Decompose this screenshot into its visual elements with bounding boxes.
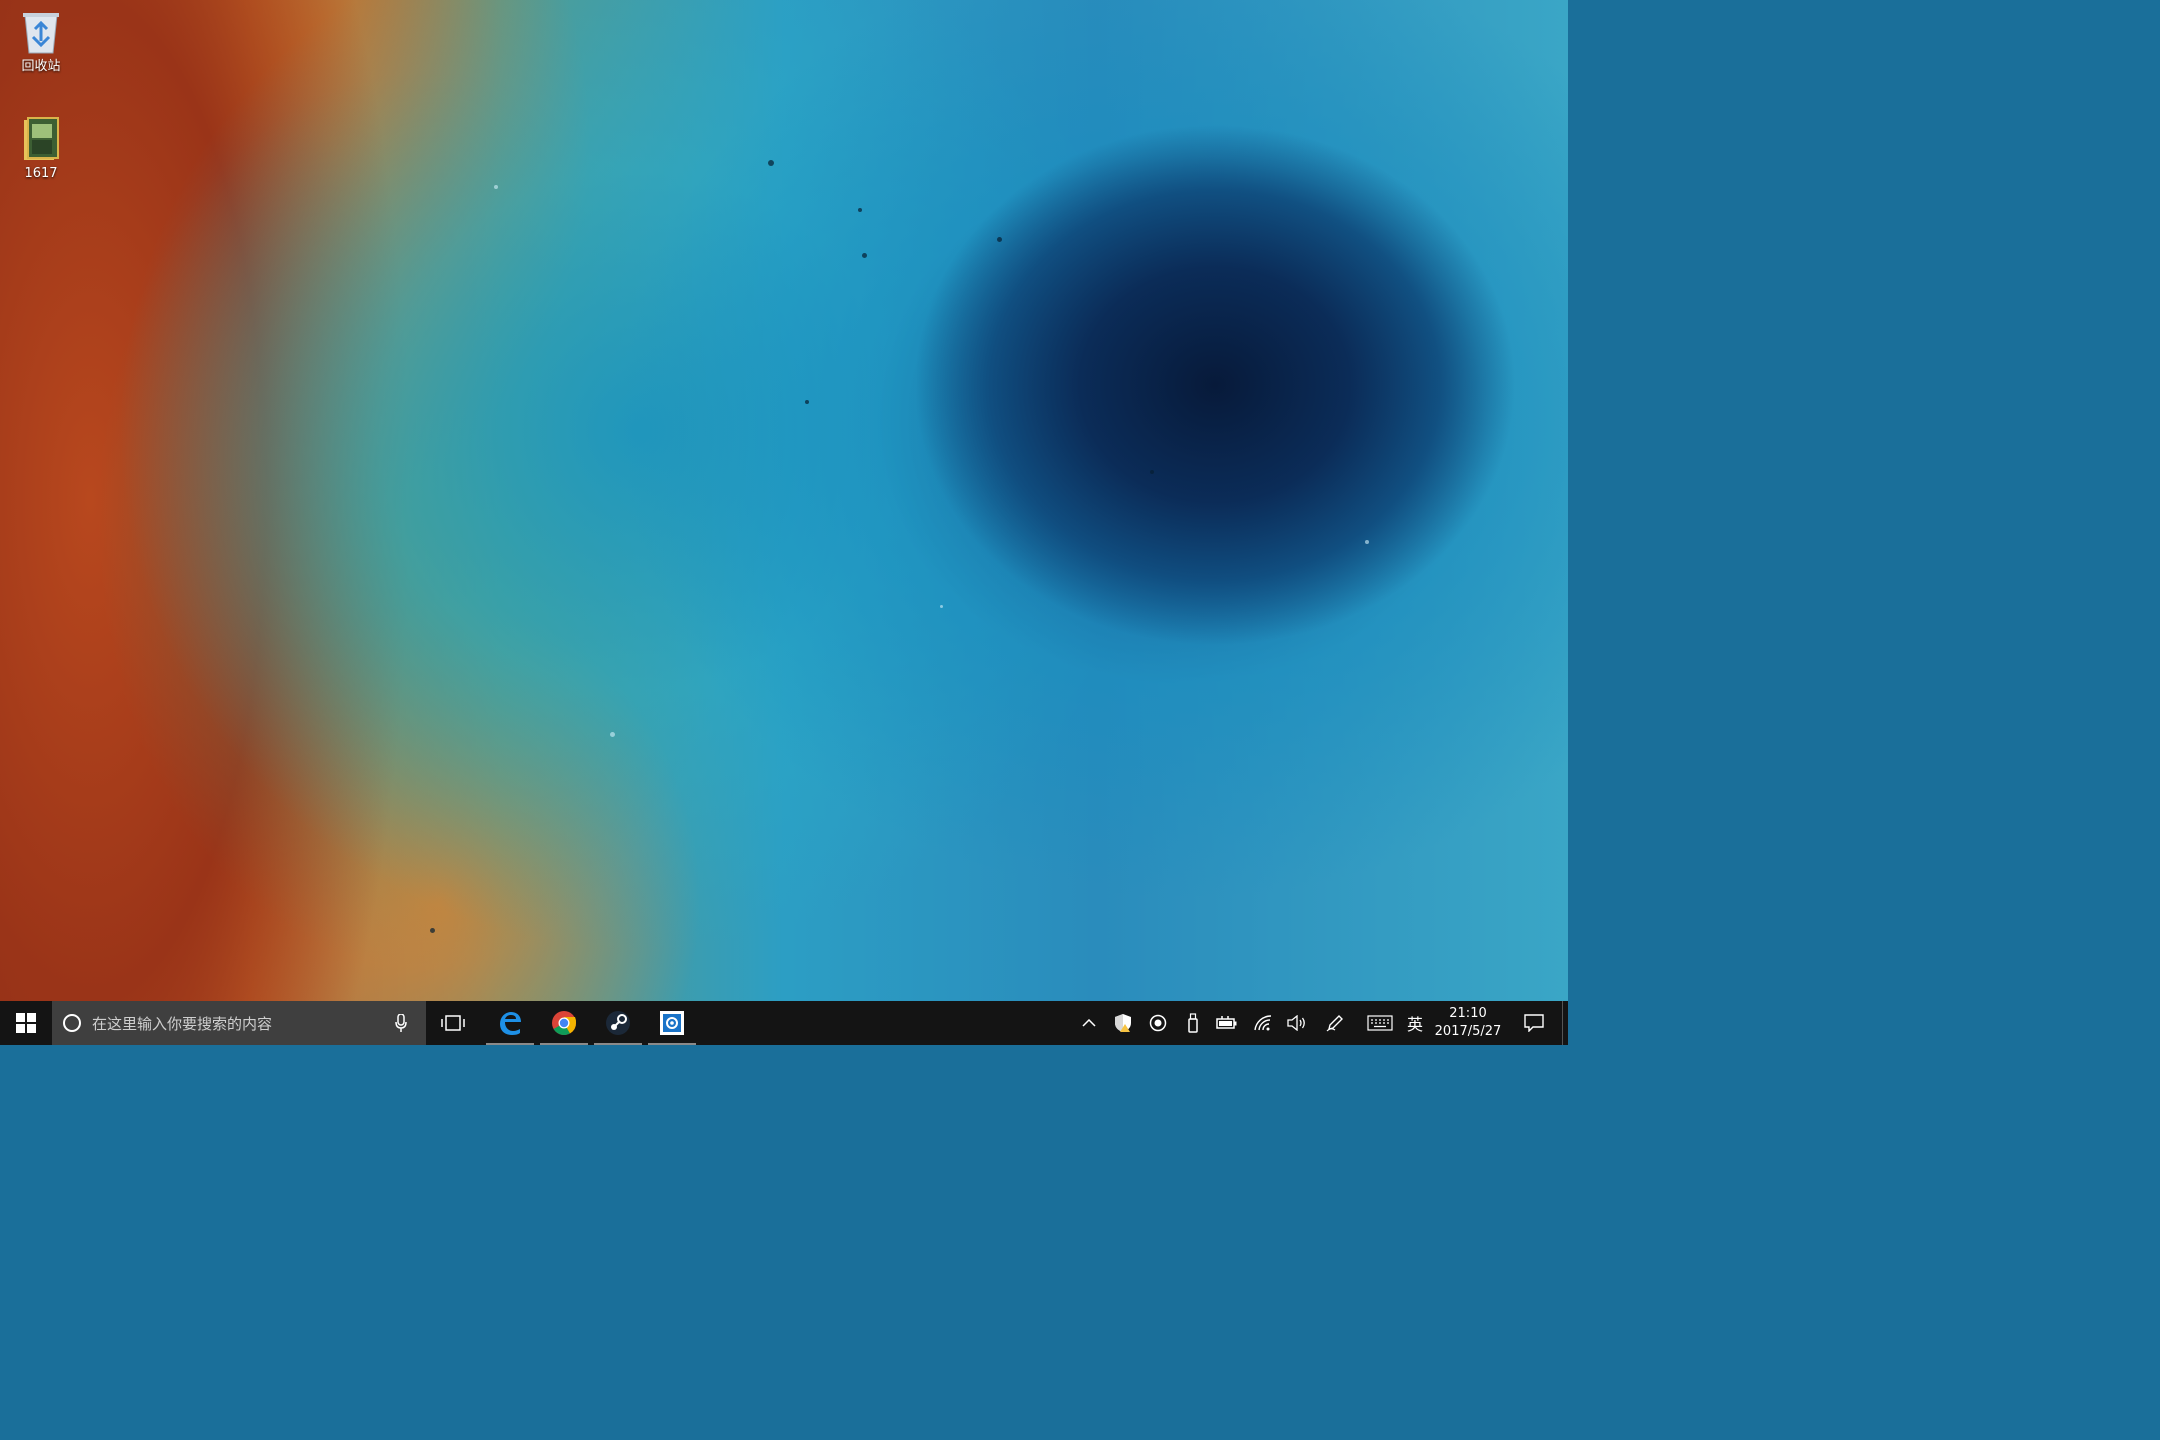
touch-keyboard-tray[interactable]	[1362, 1001, 1398, 1045]
battery-charging-icon	[1216, 1016, 1237, 1029]
show-hidden-icons-button[interactable]	[1072, 1001, 1106, 1045]
start-button[interactable]	[0, 1001, 52, 1045]
task-view-icon	[441, 1015, 465, 1031]
steam-icon	[606, 1011, 630, 1035]
desktop-wallpaper	[0, 0, 1568, 1001]
edge-icon	[500, 1012, 521, 1035]
show-desktop-button[interactable]	[1562, 1001, 1569, 1045]
desktop-icon-recycle-bin[interactable]: 回收站	[3, 7, 79, 75]
taskbar-app-chrome[interactable]	[538, 1001, 590, 1045]
cortana-icon	[63, 1014, 81, 1032]
action-center-button[interactable]	[1514, 1001, 1554, 1045]
keyboard-icon	[1367, 1015, 1393, 1031]
safely-remove-hardware-tray[interactable]	[1176, 1001, 1210, 1045]
wifi-icon	[1254, 1015, 1272, 1031]
desktop-icon-folder-1617[interactable]: 1617	[3, 116, 79, 182]
notification-icon	[1524, 1014, 1544, 1032]
speaker-icon	[1287, 1015, 1305, 1031]
network-tray[interactable]	[1246, 1001, 1280, 1045]
usb-drive-icon	[1188, 1013, 1198, 1033]
search-box[interactable]: 在这里输入你要搜索的内容	[52, 1001, 426, 1045]
recycle-bin-icon	[23, 13, 59, 54]
clock[interactable]: 21:10 2017/5/27	[1430, 1001, 1506, 1045]
taskbar-app-steam[interactable]	[592, 1001, 644, 1045]
record-tray[interactable]	[1141, 1001, 1175, 1045]
battery-tray[interactable]	[1210, 1001, 1244, 1045]
remote-desktop-icon	[660, 1011, 684, 1035]
volume-tray[interactable]	[1280, 1001, 1314, 1045]
microphone-icon[interactable]	[386, 1014, 416, 1032]
taskbar-app-edge[interactable]	[484, 1001, 536, 1045]
folder-icon	[24, 117, 59, 160]
clock-time: 21:10	[1449, 1006, 1487, 1021]
pen-icon	[1326, 1015, 1343, 1032]
taskbar-app-remote-desktop[interactable]	[646, 1001, 698, 1045]
task-view-button[interactable]	[430, 1001, 476, 1045]
windows-defender-tray[interactable]	[1106, 1001, 1140, 1045]
chrome-icon	[552, 1011, 577, 1036]
windows-logo-icon	[16, 1013, 36, 1033]
folder-label: 1617	[24, 166, 58, 181]
taskbar: 在这里输入你要搜索的内容 英 21:10 2017/5/27	[0, 1001, 1568, 1045]
search-placeholder: 在这里输入你要搜索的内容	[92, 1014, 273, 1033]
shield-warning-icon	[1115, 1014, 1131, 1032]
chevron-up-icon	[1082, 1019, 1096, 1027]
recycle-bin-label: 回收站	[21, 59, 61, 74]
clock-date: 2017/5/27	[1434, 1024, 1502, 1039]
windows-ink-tray[interactable]	[1318, 1001, 1352, 1045]
record-icon	[1149, 1014, 1167, 1032]
input-method-indicator[interactable]: 英	[1398, 1001, 1432, 1045]
